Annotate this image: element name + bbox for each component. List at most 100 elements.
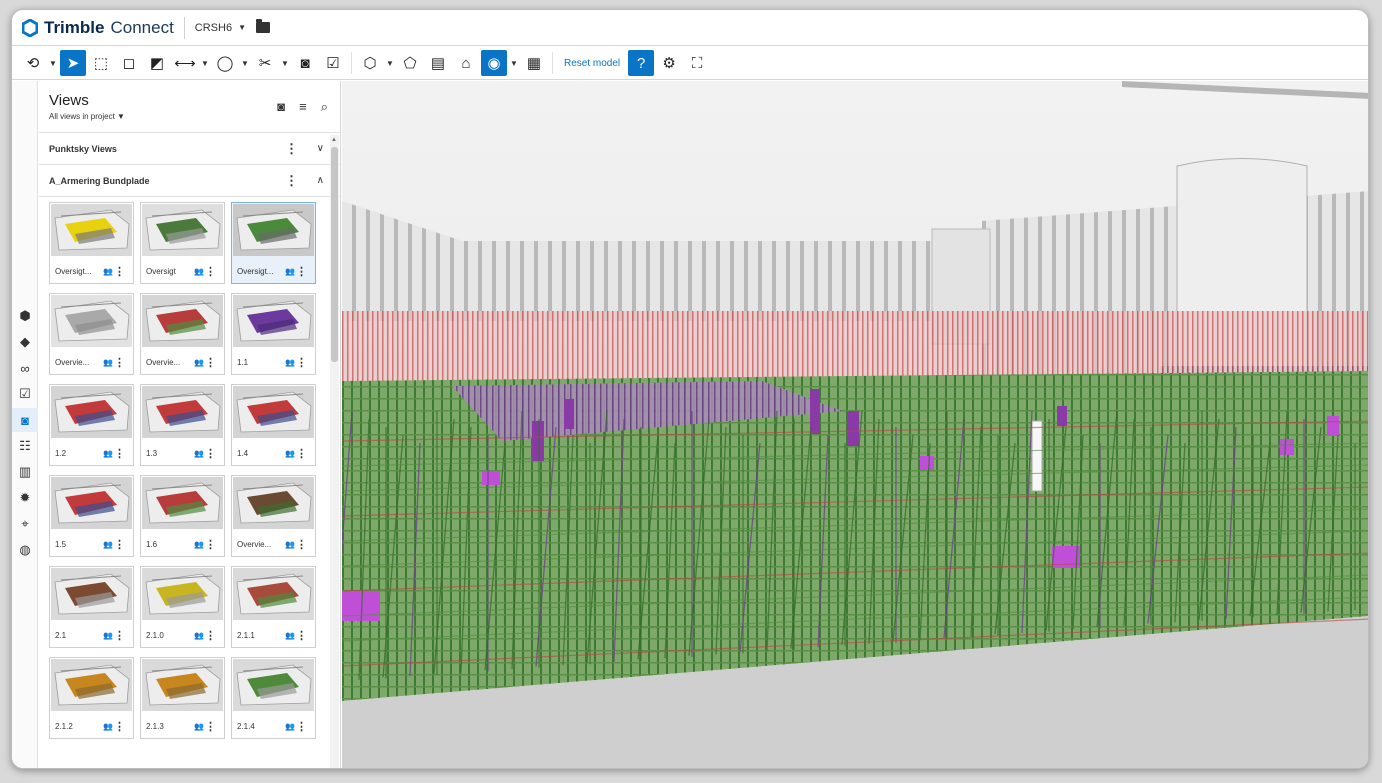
view-thumbnail[interactable] — [51, 204, 132, 256]
view-card[interactable]: 1.5 👥 ⋮ — [49, 475, 134, 557]
view-thumbnail[interactable] — [233, 204, 314, 256]
caret-down-icon[interactable]: ▼ — [48, 59, 58, 68]
view-card[interactable]: 2.1.3 👥 ⋮ — [140, 657, 225, 739]
chevron-up-icon[interactable]: ∧ — [317, 175, 324, 186]
view-card[interactable]: 1.3 👥 ⋮ — [140, 384, 225, 466]
view-card[interactable]: 2.1.0 👥 ⋮ — [140, 566, 225, 648]
view-thumbnail[interactable] — [142, 295, 223, 347]
view-card[interactable]: Overvie... 👥 ⋮ — [231, 475, 316, 557]
view-card[interactable]: Oversigt 👥 ⋮ — [140, 202, 225, 284]
view-card[interactable]: 2.1.2 👥 ⋮ — [49, 657, 134, 739]
scroll-thumb[interactable] — [331, 147, 338, 362]
more-vertical-icon[interactable]: ⋮ — [296, 629, 307, 642]
view-card[interactable]: 2.1.4 👥 ⋮ — [231, 657, 316, 739]
view-thumbnail[interactable] — [51, 386, 132, 438]
ellipse-icon[interactable]: ◯ — [212, 50, 238, 76]
view-card[interactable]: 2.1.1 👥 ⋮ — [231, 566, 316, 648]
view-thumbnail[interactable] — [142, 204, 223, 256]
caret-down-icon[interactable]: ▼ — [240, 59, 250, 68]
caret-down-icon[interactable]: ▼ — [200, 59, 210, 68]
help-icon[interactable]: ? — [628, 50, 655, 76]
more-vertical-icon[interactable]: ⋮ — [285, 141, 298, 157]
calculator-icon[interactable]: ▦ — [521, 50, 547, 76]
markup-icon[interactable]: ◩ — [144, 50, 170, 76]
view-thumbnail[interactable] — [233, 477, 314, 529]
table-icon[interactable]: ▥ — [12, 460, 38, 484]
scissors-clip-icon[interactable]: ✂ — [252, 50, 278, 76]
more-vertical-icon[interactable]: ⋮ — [296, 265, 307, 278]
view-card[interactable]: 1.6 👥 ⋮ — [140, 475, 225, 557]
box-select-icon[interactable]: ⬚ — [88, 50, 114, 76]
view-thumbnail[interactable] — [51, 568, 132, 620]
orbit-icon[interactable]: ⟲ — [20, 50, 46, 76]
more-vertical-icon[interactable]: ⋮ — [205, 447, 216, 460]
chevron-down-icon[interactable]: ∨ — [317, 143, 324, 154]
clash-icon[interactable]: ✹ — [12, 486, 38, 510]
view-card[interactable]: Oversigt... 👥 ⋮ — [231, 202, 316, 284]
view-card[interactable]: 1.2 👥 ⋮ — [49, 384, 134, 466]
layers-view-icon[interactable]: ▤ — [425, 50, 451, 76]
more-vertical-icon[interactable]: ⋮ — [285, 173, 298, 189]
layers-icon[interactable]: ◆ — [12, 330, 38, 354]
views-camera-icon[interactable]: ◙ — [12, 408, 38, 432]
more-vertical-icon[interactable]: ⋮ — [114, 720, 125, 733]
view-thumbnail[interactable] — [142, 386, 223, 438]
todo-clipboard-icon[interactable]: ☑ — [12, 382, 38, 406]
more-vertical-icon[interactable]: ⋮ — [296, 720, 307, 733]
view-card[interactable]: 2.1 👥 ⋮ — [49, 566, 134, 648]
trimble-connect-logo[interactable]: Trimble Connect — [22, 18, 174, 38]
view-card[interactable]: Oversigt... 👥 ⋮ — [49, 202, 134, 284]
select-pointer-icon[interactable]: ➤ — [60, 50, 86, 76]
more-vertical-icon[interactable]: ⋮ — [114, 447, 125, 460]
view-card[interactable]: Overvie... 👥 ⋮ — [140, 293, 225, 375]
panel-scrollbar[interactable]: ▲ — [330, 135, 339, 768]
fullscreen-icon[interactable]: ⛶ — [684, 50, 710, 76]
more-vertical-icon[interactable]: ⋮ — [114, 629, 125, 642]
more-vertical-icon[interactable]: ⋮ — [205, 356, 216, 369]
object-icon[interactable]: ⬠ — [397, 50, 423, 76]
model-3d-viewport[interactable] — [342, 81, 1368, 768]
more-vertical-icon[interactable]: ⋮ — [114, 356, 125, 369]
caret-down-icon[interactable]: ▼ — [280, 59, 290, 68]
more-vertical-icon[interactable]: ⋮ — [114, 265, 125, 278]
sort-icon[interactable]: ≡ — [299, 99, 307, 115]
view-card[interactable]: 1.4 👥 ⋮ — [231, 384, 316, 466]
clipboard-check-icon[interactable]: ☑ — [320, 50, 346, 76]
more-vertical-icon[interactable]: ⋮ — [296, 356, 307, 369]
view-thumbnail[interactable] — [233, 386, 314, 438]
eye-visibility-icon[interactable]: ◉ — [481, 50, 507, 76]
view-thumbnail[interactable] — [51, 295, 132, 347]
caret-down-icon[interactable]: ▼ — [385, 59, 395, 68]
ghost-icon[interactable]: ⌂ — [453, 50, 479, 76]
globe-icon[interactable]: ◍ — [12, 538, 38, 562]
gear-icon[interactable]: ⚙ — [656, 50, 682, 76]
more-vertical-icon[interactable]: ⋮ — [114, 538, 125, 551]
measure-icon[interactable]: ⟷ — [172, 50, 198, 76]
group-a-armering-bundplade[interactable]: A_Armering Bundplade ⋮ ∧ — [39, 165, 340, 197]
more-vertical-icon[interactable]: ⋮ — [296, 447, 307, 460]
reset-model-button[interactable]: Reset model — [558, 58, 626, 69]
caret-down-icon[interactable]: ▼ — [509, 59, 519, 68]
more-vertical-icon[interactable]: ⋮ — [205, 538, 216, 551]
add-view-camera-icon[interactable]: ◙ — [277, 99, 285, 115]
frame-select-icon[interactable]: ◻ — [116, 50, 142, 76]
cube-icon[interactable]: ⬡ — [357, 50, 383, 76]
focus-icon[interactable]: ⌖ — [12, 512, 38, 536]
search-icon[interactable]: ⌕ — [321, 99, 328, 115]
views-filter-dropdown[interactable]: All views in project ▼ — [49, 112, 125, 121]
folder-icon[interactable] — [256, 19, 271, 33]
view-thumbnail[interactable] — [233, 659, 314, 711]
view-thumbnail[interactable] — [51, 477, 132, 529]
view-thumbnail[interactable] — [142, 568, 223, 620]
more-vertical-icon[interactable]: ⋮ — [296, 538, 307, 551]
models-cube-icon[interactable]: ⬢ — [12, 304, 38, 328]
project-selector[interactable]: CRSH6 ▼ — [195, 22, 246, 34]
view-thumbnail[interactable] — [142, 659, 223, 711]
scroll-up-icon[interactable]: ▲ — [331, 137, 337, 143]
more-vertical-icon[interactable]: ⋮ — [205, 720, 216, 733]
view-thumbnail[interactable] — [233, 295, 314, 347]
view-card[interactable]: 1.1 👥 ⋮ — [231, 293, 316, 375]
view-card[interactable]: Overvie... 👥 ⋮ — [49, 293, 134, 375]
more-vertical-icon[interactable]: ⋮ — [205, 265, 216, 278]
view-thumbnail[interactable] — [51, 659, 132, 711]
